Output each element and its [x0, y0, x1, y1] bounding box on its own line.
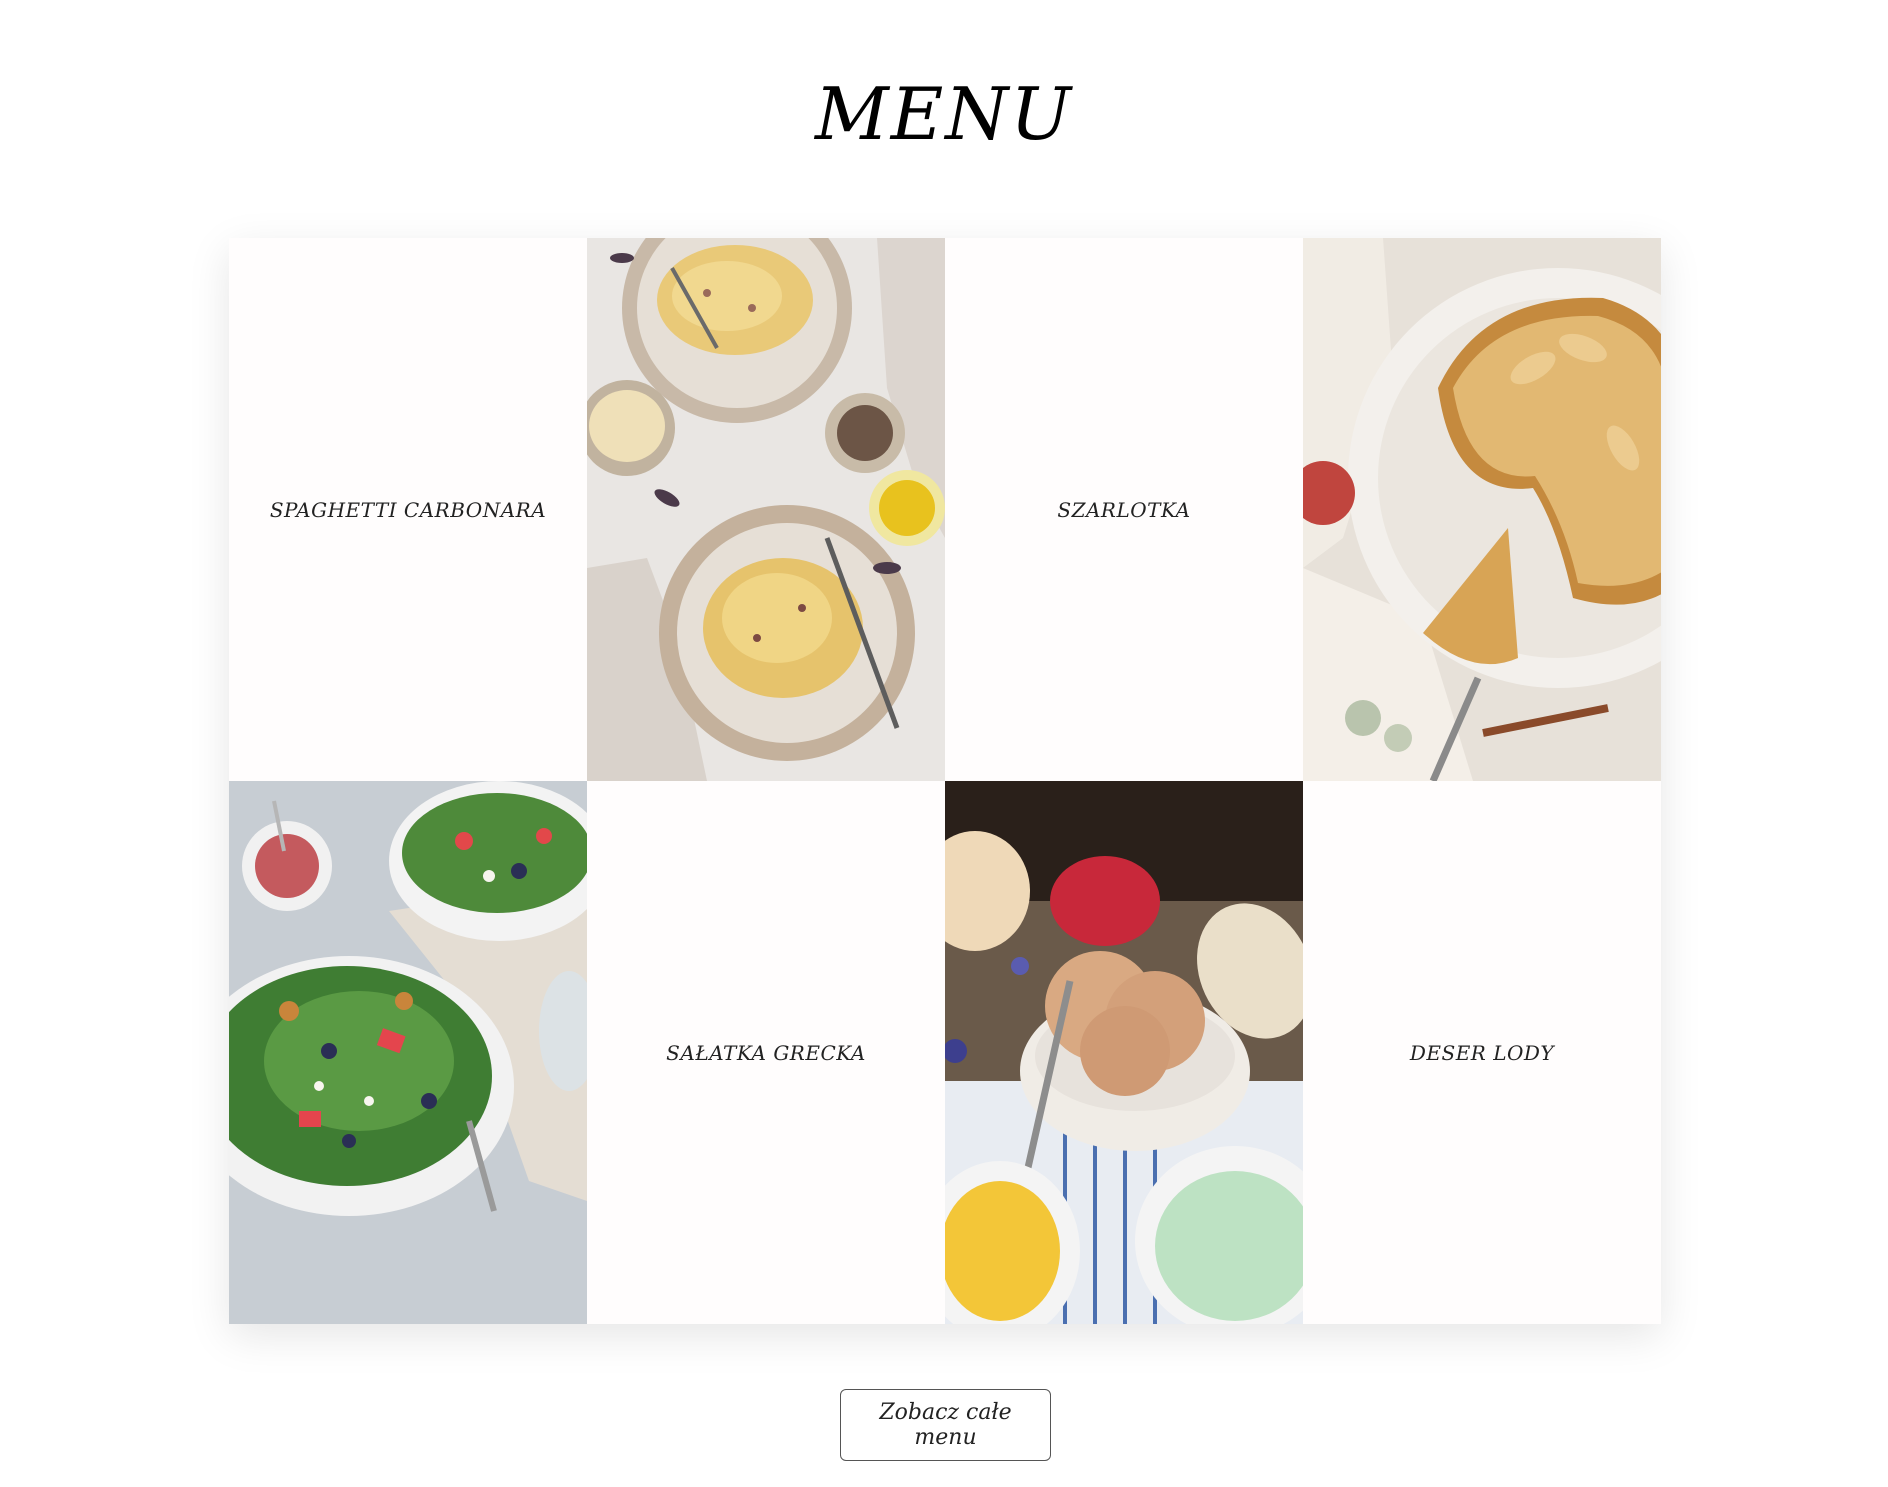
- menu-item-label-deser[interactable]: DESER LODY: [1303, 781, 1661, 1324]
- dish-name: SPAGHETTI CARBONARA: [269, 497, 547, 522]
- ice-cream-photo: [945, 781, 1303, 1324]
- apple-pie-photo: [1303, 238, 1661, 781]
- dish-name: DESER LODY: [1409, 1040, 1555, 1065]
- page-title: MENU: [815, 72, 1073, 156]
- pasta-carbonara-photo: [587, 238, 945, 781]
- menu-item-label-salatka[interactable]: SAŁATKA GRECKA: [587, 781, 945, 1324]
- menu-item-label-szarlotka[interactable]: SZARLOTKA: [945, 238, 1303, 781]
- menu-item-label-spaghetti[interactable]: SPAGHETTI CARBONARA: [229, 238, 587, 781]
- dish-name: SZARLOTKA: [1057, 497, 1191, 522]
- see-full-menu-button[interactable]: Zobacz całe menu: [840, 1389, 1051, 1461]
- dish-name: SAŁATKA GRECKA: [666, 1040, 866, 1065]
- greek-salad-photo: [229, 781, 587, 1324]
- menu-grid: SPAGHETTI CARBONARA SZARLOTKA SAŁATKA GR…: [229, 238, 1661, 1324]
